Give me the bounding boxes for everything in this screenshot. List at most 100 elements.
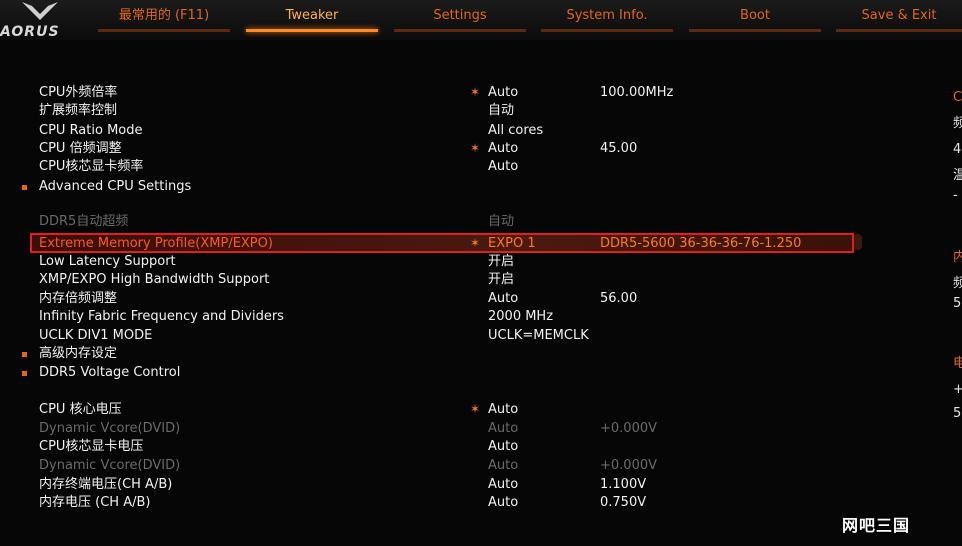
setting-value[interactable]: 2000 MHz [488, 308, 553, 326]
setting-value[interactable]: Auto [488, 494, 518, 512]
setting-value: 自动 [488, 214, 515, 229]
setting-row[interactable]: 内存电压 (CH A/B) Auto 0.750V [0, 494, 862, 512]
submenu-item[interactable]: 高级内存设定 [0, 345, 862, 363]
setting-value[interactable]: 开启 [488, 271, 514, 289]
setting-label: CPU 倍频调整 [39, 141, 122, 156]
monitor-text: 频 [953, 276, 962, 291]
setting-row: DDR5自动超频 自动 [0, 213, 862, 231]
setting-value[interactable]: 自动 [488, 102, 514, 120]
setting-row[interactable]: Infinity Fabric Frequency and Dividers 20… [0, 308, 862, 326]
aorus-logo: AORUS [0, 2, 76, 42]
setting-value[interactable]: Auto [488, 158, 518, 176]
setting-label: Dynamic Vcore(DVID) [39, 421, 181, 436]
setting-value: Auto [488, 421, 519, 436]
setting-detail-value: 0.750V [600, 495, 647, 510]
submenu-bullet-icon [22, 185, 27, 190]
tab-tweaker[interactable]: Tweaker [246, 0, 378, 38]
setting-value[interactable]: Auto [488, 140, 518, 158]
submenu-bullet-icon [22, 352, 27, 357]
watermark: 网吧三国 [842, 516, 911, 535]
tab-underline [246, 29, 378, 32]
tab-underline [541, 29, 673, 32]
setting-row[interactable]: CPU 倍频调整 ✶ Auto 45.00 [0, 140, 862, 158]
tab-label: Save & Exit [861, 8, 937, 23]
setting-row: Dynamic Vcore(DVID) Auto +0.000V [0, 457, 862, 475]
setting-value[interactable]: Auto [488, 401, 518, 419]
setting-label: UCLK DIV1 MODE [39, 328, 153, 343]
setting-label: CPU 核心电压 [39, 402, 122, 417]
monitor-text: 4 [953, 142, 962, 157]
setting-label: 扩展频率控制 [39, 103, 118, 118]
submenu-item[interactable]: Advanced CPU Settings [0, 178, 862, 196]
setting-detail-value: +0.000V [600, 421, 658, 436]
submenu-item[interactable]: DDR5 Voltage Control [0, 364, 862, 382]
top-tab-bar: AORUS 最常用的 (F11) Tweaker Settings System… [0, 0, 962, 40]
setting-row[interactable]: 扩展频率控制 自动 [0, 102, 862, 120]
tab-underline [98, 29, 230, 32]
tab-label: Tweaker [285, 8, 339, 23]
monitor-text: C [953, 90, 962, 105]
setting-detail-value: 1.100V [600, 477, 647, 492]
setting-label: CPU核芯显卡频率 [39, 159, 144, 174]
tab-settings[interactable]: Settings [394, 0, 526, 38]
setting-value[interactable]: UCLK=MEMCLK [488, 327, 589, 345]
modified-star-icon: ✶ [470, 141, 481, 155]
setting-value[interactable]: 开启 [488, 253, 514, 271]
tab-favorites[interactable]: 最常用的 (F11) [98, 0, 230, 38]
setting-detail-value: 45.00 [600, 141, 638, 156]
setting-label: DDR5自动超频 [39, 214, 129, 229]
setting-row[interactable]: 内存终端电压(CH A/B) Auto 1.100V [0, 476, 862, 494]
setting-row[interactable]: CPU核芯显卡频率 Auto [0, 158, 862, 176]
tab-underline [689, 29, 821, 32]
setting-detail-value: DDR5-5600 36-36-36-76-1.250 [600, 236, 802, 251]
tab-boot[interactable]: Boot [689, 0, 821, 38]
setting-row[interactable]: 内存倍频调整 Auto 56.00 [0, 290, 862, 308]
setting-row[interactable]: CPU外频倍率 ✶ Auto 100.00MHz [0, 84, 862, 102]
selection-scroll-tab [854, 234, 862, 250]
setting-label: Dynamic Vcore(DVID) [39, 458, 181, 473]
setting-value[interactable]: All cores [488, 122, 543, 140]
setting-row[interactable]: XMP/EXPO High Bandwidth Support 开启 [0, 271, 862, 289]
setting-row[interactable]: UCLK DIV1 MODE UCLK=MEMCLK [0, 327, 862, 345]
setting-label: 内存电压 (CH A/B) [39, 495, 151, 510]
tab-label: System Info. [566, 8, 648, 23]
setting-value: Auto [488, 458, 519, 473]
monitor-text: 内 [953, 250, 962, 265]
modified-star-icon: ✶ [470, 236, 481, 250]
setting-label: 内存终端电压(CH A/B) [39, 477, 173, 492]
setting-row[interactable]: Extreme Memory Profile(XMP/EXPO) ✶ EXPO 1 D… [30, 233, 854, 253]
setting-label: XMP/EXPO High Bandwidth Support [39, 272, 270, 287]
setting-value[interactable]: Auto [488, 290, 518, 308]
setting-label: Infinity Fabric Frequency and Dividers [39, 309, 284, 324]
setting-value[interactable]: Auto [488, 84, 518, 102]
setting-label: CPU外频倍率 [39, 85, 118, 100]
setting-label: 内存倍频调整 [39, 291, 118, 306]
tab-label: Boot [740, 8, 770, 23]
tab-underline [836, 29, 962, 32]
setting-row[interactable]: CPU Ratio Mode All cores [0, 122, 862, 140]
setting-row[interactable]: Low Latency Support 开启 [0, 253, 862, 271]
tab-save-exit[interactable]: Save & Exit [836, 0, 962, 38]
setting-label: CPU核芯显卡电压 [39, 439, 144, 454]
monitor-text: 频 [953, 116, 962, 131]
setting-row[interactable]: CPU 核心电压 ✶ Auto [0, 401, 862, 419]
setting-detail-value: 56.00 [600, 291, 638, 306]
setting-row[interactable]: CPU核芯显卡电压 Auto [0, 438, 862, 456]
setting-label: CPU Ratio Mode [39, 123, 143, 138]
setting-value[interactable]: Auto [488, 476, 518, 494]
tab-system-info[interactable]: System Info. [541, 0, 673, 38]
setting-detail-value: +0.000V [600, 458, 658, 473]
setting-value[interactable]: EXPO 1 [488, 235, 536, 253]
modified-star-icon: ✶ [470, 402, 481, 416]
monitor-text: 电 [953, 356, 962, 371]
setting-label: DDR5 Voltage Control [39, 365, 181, 380]
logo-text: AORUS [0, 24, 60, 40]
monitor-text: 5 [953, 406, 962, 421]
monitor-text: 5 [953, 296, 962, 311]
setting-value[interactable]: Auto [488, 438, 518, 456]
tab-underline [394, 29, 526, 32]
setting-label: Advanced CPU Settings [39, 179, 192, 194]
monitor-text: 温 [953, 168, 962, 183]
monitor-text: + [953, 382, 962, 397]
setting-label: Extreme Memory Profile(XMP/EXPO) [39, 236, 273, 251]
